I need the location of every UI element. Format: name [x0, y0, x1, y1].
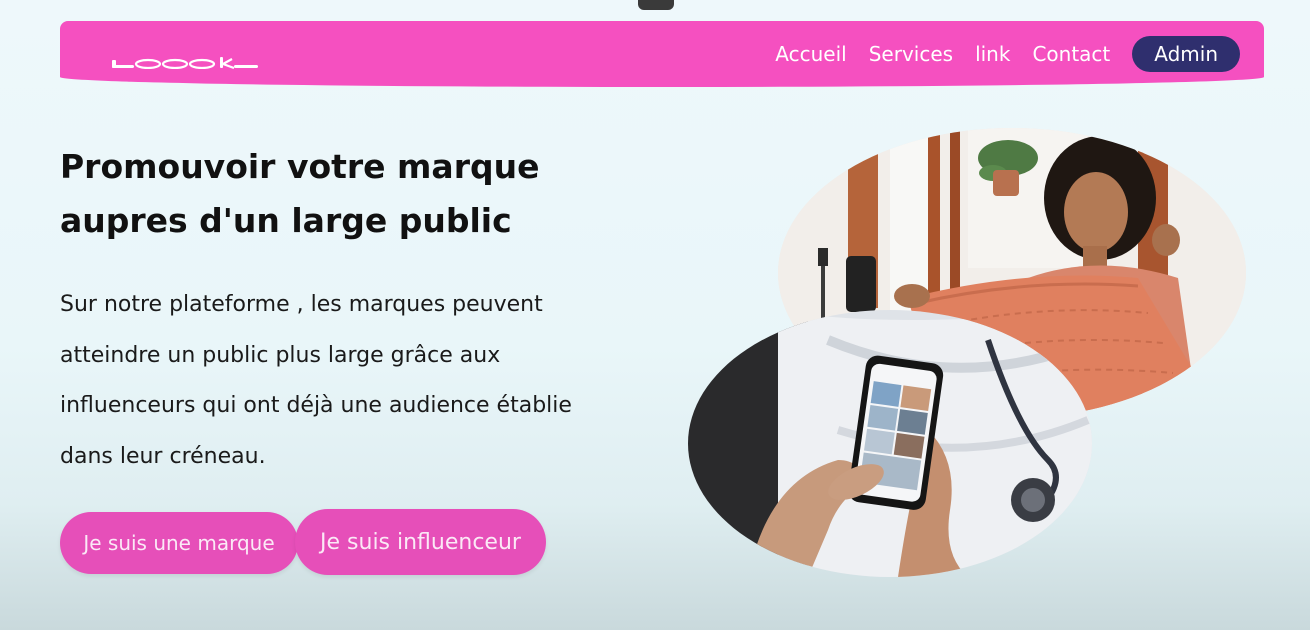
hero-title: Promouvoir votre marque aupres d'un larg…	[60, 147, 540, 240]
brand-signup-button[interactable]: Je suis une marque	[60, 512, 298, 574]
influencer-signup-button[interactable]: Je suis influenceur	[295, 509, 546, 575]
nav-links: Accueil Services link Contact Admin	[775, 36, 1240, 72]
hero-description: Sur notre plateforme , les marques peuve…	[60, 292, 572, 469]
look-logo[interactable]	[112, 57, 260, 69]
nav-link-services[interactable]: Services	[869, 36, 953, 72]
nav-link-link[interactable]: link	[975, 36, 1010, 72]
phone-hands-photo	[688, 310, 1092, 577]
window-top-notch	[638, 0, 674, 10]
navbar: Accueil Services link Contact Admin	[60, 21, 1264, 87]
admin-button[interactable]: Admin	[1132, 36, 1240, 72]
nav-link-accueil[interactable]: Accueil	[775, 36, 846, 72]
nav-link-contact[interactable]: Contact	[1032, 36, 1110, 72]
